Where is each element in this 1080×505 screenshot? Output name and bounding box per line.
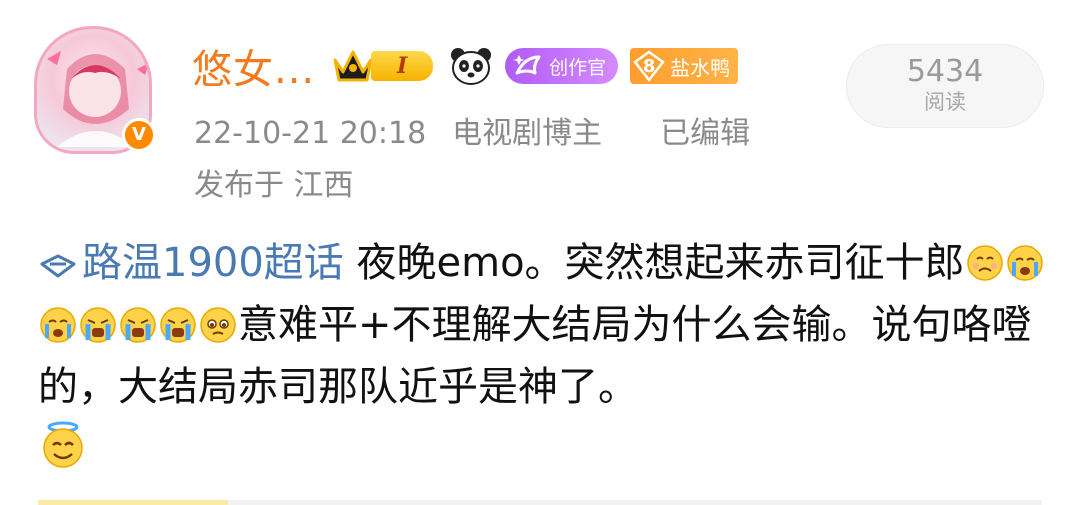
teary-face-icon — [200, 307, 236, 343]
fan-badge[interactable]: 8 盐水鸭 — [630, 48, 739, 84]
read-count: 5434 — [906, 54, 984, 89]
post-text-part1: 夜晚emo。突然想起来赤司征十郎 — [343, 240, 965, 286]
crown-icon — [333, 50, 373, 82]
topic-link[interactable]: 路温1900超话 — [38, 240, 344, 286]
crying-face-icon — [1006, 245, 1043, 281]
creator-badge-label: 创作官 — [549, 56, 607, 79]
diamond-topic-icon — [40, 254, 76, 278]
smiling-halo-icon — [43, 421, 83, 468]
user-name-row: 悠女... I 创作官 8 盐水鸭 — [192, 37, 739, 95]
vip-badge[interactable]: I — [331, 46, 434, 86]
user-role: 电视剧博主 — [452, 116, 603, 151]
fan-badge-level: 8 — [632, 50, 666, 82]
loudly-crying-icon — [80, 307, 116, 343]
topic-label: 路温1900超话 — [82, 240, 344, 286]
sad-face-icon — [966, 245, 1003, 281]
creator-sparkle-icon — [513, 55, 541, 75]
fan-badge-level-text: 8 — [642, 55, 656, 77]
bottom-divider-accent — [38, 500, 228, 505]
edited-label[interactable]: 已编辑 — [660, 116, 750, 151]
bottom-divider — [38, 500, 1042, 505]
loudly-crying-icon — [160, 307, 196, 343]
fan-badge-name: 盐水鸭 — [670, 55, 731, 80]
verified-v-icon: V — [122, 118, 156, 152]
avatar[interactable]: V — [30, 20, 160, 160]
loudly-crying-icon — [120, 307, 156, 343]
read-count-label: 阅读 — [924, 90, 966, 114]
post-location: 发布于 江西 — [194, 168, 354, 203]
post-content: 路温1900超话 夜晚emo。突然想起来赤司征十郎意难平+不理解大结局为什么会输… — [38, 232, 1048, 470]
username[interactable]: 悠女... — [192, 37, 315, 95]
vip-level-label: I — [371, 51, 434, 81]
panda-icon[interactable] — [449, 46, 493, 86]
post-meta: 22-10-21 20:18 电视剧博主 已编辑 — [194, 108, 776, 152]
post-timestamp: 22-10-21 20:18 — [194, 116, 427, 151]
read-count-pill: 5434 阅读 — [846, 44, 1044, 128]
crying-face-icon — [40, 307, 76, 343]
creator-badge[interactable]: 创作官 — [505, 48, 619, 84]
